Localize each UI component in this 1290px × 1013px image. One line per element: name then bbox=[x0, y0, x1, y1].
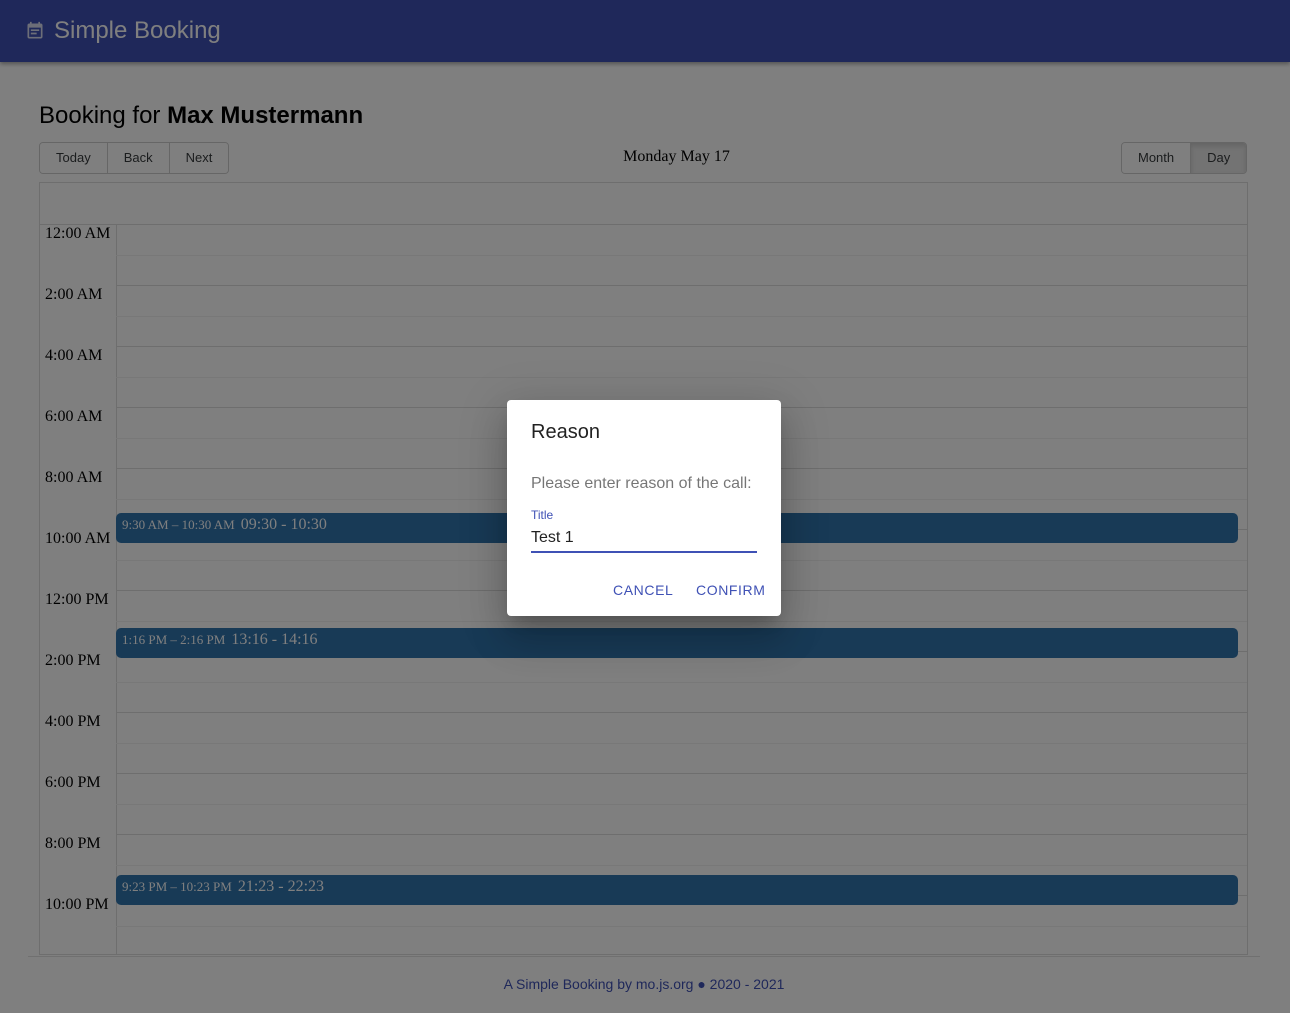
dialog-text: Please enter reason of the call: bbox=[531, 475, 752, 492]
confirm-button[interactable]: CONFIRM bbox=[696, 582, 766, 598]
cancel-button[interactable]: CANCEL bbox=[613, 582, 673, 598]
dialog-title: Reason bbox=[531, 421, 600, 443]
title-field-label: Title bbox=[531, 508, 554, 522]
reason-dialog: Reason Please enter reason of the call: … bbox=[507, 400, 781, 616]
title-input[interactable] bbox=[531, 525, 757, 553]
